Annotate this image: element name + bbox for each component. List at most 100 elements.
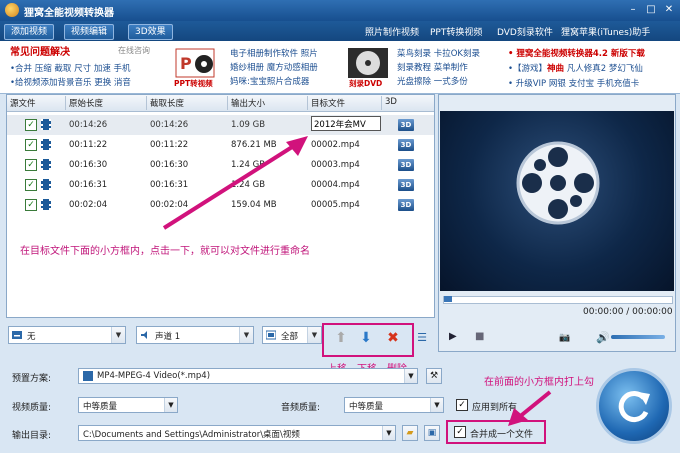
range-value: 全部 [281,332,299,342]
output-dir-value: C:\Documents and Settings\Administrator\… [83,430,300,440]
col-3d[interactable]: 3D [385,97,397,107]
dvd-link-3[interactable]: 光盘擦除 一式多份 [397,75,468,87]
apply-all-checkbox[interactable]: ✓ [456,399,468,411]
output-dir-select[interactable]: C:\Documents and Settings\Administrator\… [78,425,396,441]
game-promo-link[interactable]: •【游戏】神曲 凡人修真2 梦幻飞仙 [508,62,643,74]
dvd-link-2[interactable]: 刻录教程 菜单制作 [397,61,468,73]
chevron-down-icon[interactable]: ▼ [382,426,395,440]
col-output-size[interactable]: 输出大小 [231,97,265,109]
range-select[interactable]: 全部 ▼ [262,326,322,344]
3d-button[interactable]: 3D [398,119,414,131]
list-menu-icon[interactable]: ☰ [414,330,430,346]
col-divider[interactable] [227,96,228,110]
move-up-icon[interactable]: ⬆ [333,330,349,346]
new-version-link[interactable]: • 狸窝全能视频转换器4.2 新版下载 [508,47,645,59]
original-length: 00:02:04 [69,200,108,210]
subtitle-value: 无 [27,332,36,342]
video-file-icon [41,159,51,170]
video-edit-button[interactable]: 视频编辑 [64,24,115,40]
chevron-down-icon[interactable]: ▼ [307,327,321,343]
video-quality-label: 视频质量: [12,403,52,413]
row-checkbox[interactable]: ✓ [25,139,37,151]
faq-links-2[interactable]: •给视频添加背景音乐 更换 消音 [10,76,131,88]
window-title: 狸窝全能视频转换器 [24,8,114,19]
volume-icon[interactable]: 🔊 [596,331,610,344]
photo-album-link-3[interactable]: 妈咪:宝宝照片合成器 [230,75,309,87]
preset-value: MP4-MPEG-4 Video(*.mp4) [97,371,211,381]
merge-hint-text: 在前面的小方框内打上勾 [484,377,594,388]
chevron-down-icon[interactable]: ▼ [430,398,443,412]
3d-button[interactable]: 3D [398,159,414,171]
game-tag: •【游戏】 [508,64,548,74]
merge-checkbox[interactable]: ✓ [454,426,466,438]
game-name: 神曲 [547,64,565,74]
output-size: 1.09 GB [231,120,266,130]
convert-button[interactable] [596,368,672,444]
audio-track-select[interactable]: 声道 1 ▼ [136,326,254,344]
chevron-down-icon[interactable]: ▼ [164,398,177,412]
film-reel-icon [516,141,600,225]
minimize-button[interactable]: – [626,3,640,16]
row-checkbox[interactable]: ✓ [25,199,37,211]
camera-snapshot-icon[interactable]: 📷 [559,333,570,343]
move-down-icon[interactable]: ⬇ [358,330,374,346]
dvd-burn-link[interactable]: DVD刻录软件 [497,25,553,38]
add-video-button[interactable]: 添加视频 [4,24,55,40]
chevron-down-icon[interactable]: ▼ [404,369,417,383]
subtitle-select[interactable]: 无 ▼ [8,326,126,344]
3d-button[interactable]: 3D [398,199,414,211]
video-file-icon [41,179,51,190]
speaker-icon [141,331,147,339]
chevron-down-icon[interactable]: ▼ [111,327,125,343]
itunes-helper-link[interactable]: 狸窝苹果(iTunes)助手 [561,25,650,38]
preset-settings-button[interactable]: ⚒ [426,368,442,384]
preview-screen [440,111,674,291]
refresh-icon [618,391,650,423]
play-button[interactable]: ▶ [449,331,457,342]
col-divider[interactable] [381,96,382,110]
audio-quality-value: 中等质量 [349,402,384,412]
progress-knob[interactable] [444,296,452,302]
photo-album-link-1[interactable]: 电子相册制作软件 照片 [230,47,318,59]
col-original-length[interactable]: 原始长度 [69,97,103,109]
playback-progress-bar[interactable] [443,296,673,304]
open-folder-icon[interactable]: ▣ [424,425,440,441]
col-divider[interactable] [307,96,308,110]
browse-folder-icon[interactable]: ▰ [402,425,418,441]
preset-select[interactable]: MP4-MPEG-4 Video(*.mp4) ▼ [78,368,418,384]
delete-icon[interactable]: ✖ [385,330,401,346]
3d-button[interactable]: 3D [398,179,414,191]
faq-links-1[interactable]: •合并 压缩 截取 尺寸 加速 手机 [10,62,131,74]
row-checkbox[interactable]: ✓ [25,159,37,171]
row-checkbox[interactable]: ✓ [25,119,37,131]
volume-slider[interactable] [611,335,665,339]
app-logo-icon [5,3,19,17]
preset-label: 预置方案: [12,374,52,384]
rename-hint-text: 在目标文件下面的小方框内，点击一下，就可以对文件进行重命名 [20,246,310,257]
close-button[interactable]: ✕ [662,3,676,16]
ppt-to-video-link[interactable]: PPT转换视频 [430,25,482,38]
online-consult-link[interactable]: 在线咨询 [118,45,150,56]
maximize-button[interactable]: □ [644,3,658,16]
col-divider[interactable] [65,96,66,110]
photo-album-link-2[interactable]: 婚纱相册 魔方动感相册 [230,61,318,73]
3d-button[interactable]: 3D [398,139,414,151]
dvd-link-1[interactable]: 菜鸟刻录 卡拉OK刻录 [397,47,480,59]
col-cut-length[interactable]: 截取长度 [150,97,184,109]
stop-button[interactable]: ■ [475,331,484,342]
video-quality-select[interactable]: 中等质量 ▼ [78,397,178,413]
original-length: 00:11:22 [69,140,108,150]
col-divider[interactable] [146,96,147,110]
video-file-icon [41,119,51,130]
col-target-file[interactable]: 目标文件 [311,97,345,109]
chevron-down-icon[interactable]: ▼ [239,327,253,343]
col-source[interactable]: 源文件 [10,97,36,109]
audio-quality-label: 音频质量: [281,403,321,413]
target-filename-input[interactable] [311,116,381,131]
audio-quality-select[interactable]: 中等质量 ▼ [344,397,444,413]
vip-upgrade-link[interactable]: • 升级VIP 网银 支付宝 手机充值卡 [508,77,639,89]
row-checkbox[interactable]: ✓ [25,179,37,191]
3d-effect-button[interactable]: 3D效果 [128,24,173,40]
photo-to-video-link[interactable]: 照片制作视频 [365,25,419,38]
title-bar: 狸窝全能视频转换器 – □ ✕ [0,0,680,21]
